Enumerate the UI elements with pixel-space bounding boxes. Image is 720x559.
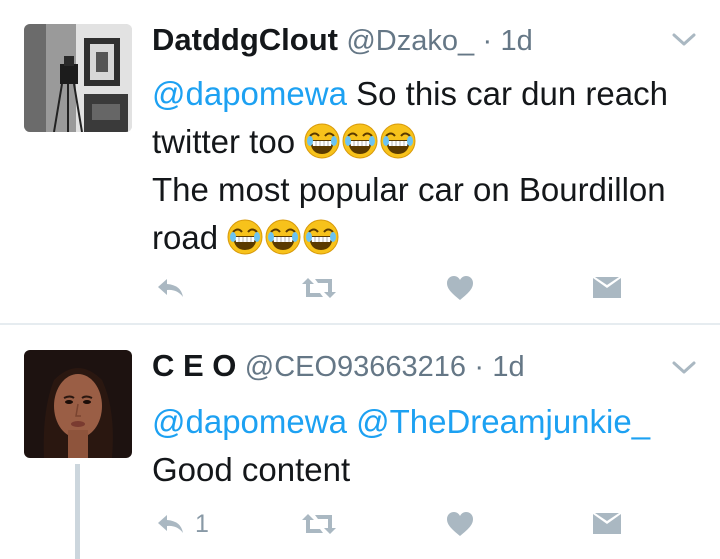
tweet[interactable]: C E O @CEO93663216 · 1d @dapomewa @TheDr… (0, 324, 720, 559)
tweet[interactable]: DatddgClout @Dzako_ · 1d @dapomewa So th… (0, 0, 720, 323)
laughing-emoji-icon (227, 219, 264, 255)
retweet-button[interactable] (302, 504, 336, 544)
tweet-line: Good content (152, 446, 697, 494)
direct-message-button[interactable] (592, 268, 622, 308)
tweet-header: DatddgClout @Dzako_ · 1d (152, 20, 533, 61)
laughing-emoji-icon (265, 219, 302, 255)
reply-icon (158, 515, 183, 533)
display-name[interactable]: C E O (152, 348, 236, 383)
tweet-line: @dapomewa So this car dun reach (152, 70, 697, 118)
tweet-line: twitter too (152, 118, 697, 166)
retweet-button[interactable] (302, 268, 336, 308)
display-name[interactable]: DatddgClout (152, 22, 338, 57)
tweet-line-text: twitter too (152, 123, 296, 160)
chevron-down-icon[interactable] (670, 358, 698, 378)
like-button[interactable] (446, 268, 474, 308)
chevron-down-icon[interactable] (670, 30, 698, 50)
message-icon (593, 513, 621, 534)
tweet-line-text: Good content (152, 451, 351, 488)
reply-button[interactable]: 1 (155, 504, 209, 544)
tweet-text: @dapomewa So this car dun reach twitter … (152, 70, 697, 262)
laughing-emoji-group (227, 219, 341, 256)
laughing-emoji-icon (342, 123, 379, 159)
reply-count: 1 (195, 509, 209, 538)
reply-button[interactable] (155, 268, 185, 308)
avatar[interactable] (24, 350, 132, 458)
laughing-emoji-icon (303, 219, 340, 255)
tweet-line-text: road (152, 219, 219, 256)
user-handle[interactable]: @CEO93663216 (245, 351, 466, 383)
tweet-line: The most popular car on Bourdillon (152, 166, 697, 214)
laughing-emoji-icon (380, 123, 417, 159)
retweet-icon (302, 514, 336, 534)
avatar[interactable] (24, 24, 132, 132)
direct-message-button[interactable] (592, 504, 622, 544)
message-icon (593, 277, 621, 298)
separator: · (482, 25, 493, 57)
timestamp[interactable]: 1d (492, 351, 524, 383)
reply-icon (158, 279, 183, 297)
laughing-emoji-group (304, 123, 418, 160)
like-button[interactable] (446, 504, 474, 544)
tweet-line: @dapomewa @TheDreamjunkie_ (152, 398, 697, 446)
user-handle[interactable]: @Dzako_ (346, 25, 474, 57)
separator: · (474, 351, 485, 383)
like-icon (447, 276, 473, 300)
laughing-emoji-icon (304, 123, 341, 159)
tweet-actions (0, 268, 720, 308)
timestamp[interactable]: 1d (500, 25, 532, 57)
tweet-line-text: So this car dun reach (346, 75, 668, 112)
tweet-line: road (152, 214, 697, 262)
tweet-line-text: The most popular car on Bourdillon (152, 171, 666, 208)
like-icon (447, 512, 473, 536)
retweet-icon (302, 278, 336, 298)
tweet-actions: 1 (0, 504, 720, 544)
tweet-header: C E O @CEO93663216 · 1d (152, 346, 525, 387)
tweet-text: @dapomewa @TheDreamjunkie_ Good content (152, 398, 697, 494)
mention-link[interactable]: @dapomewa @TheDreamjunkie_ (152, 403, 650, 440)
mention-link[interactable]: @dapomewa (152, 75, 347, 112)
